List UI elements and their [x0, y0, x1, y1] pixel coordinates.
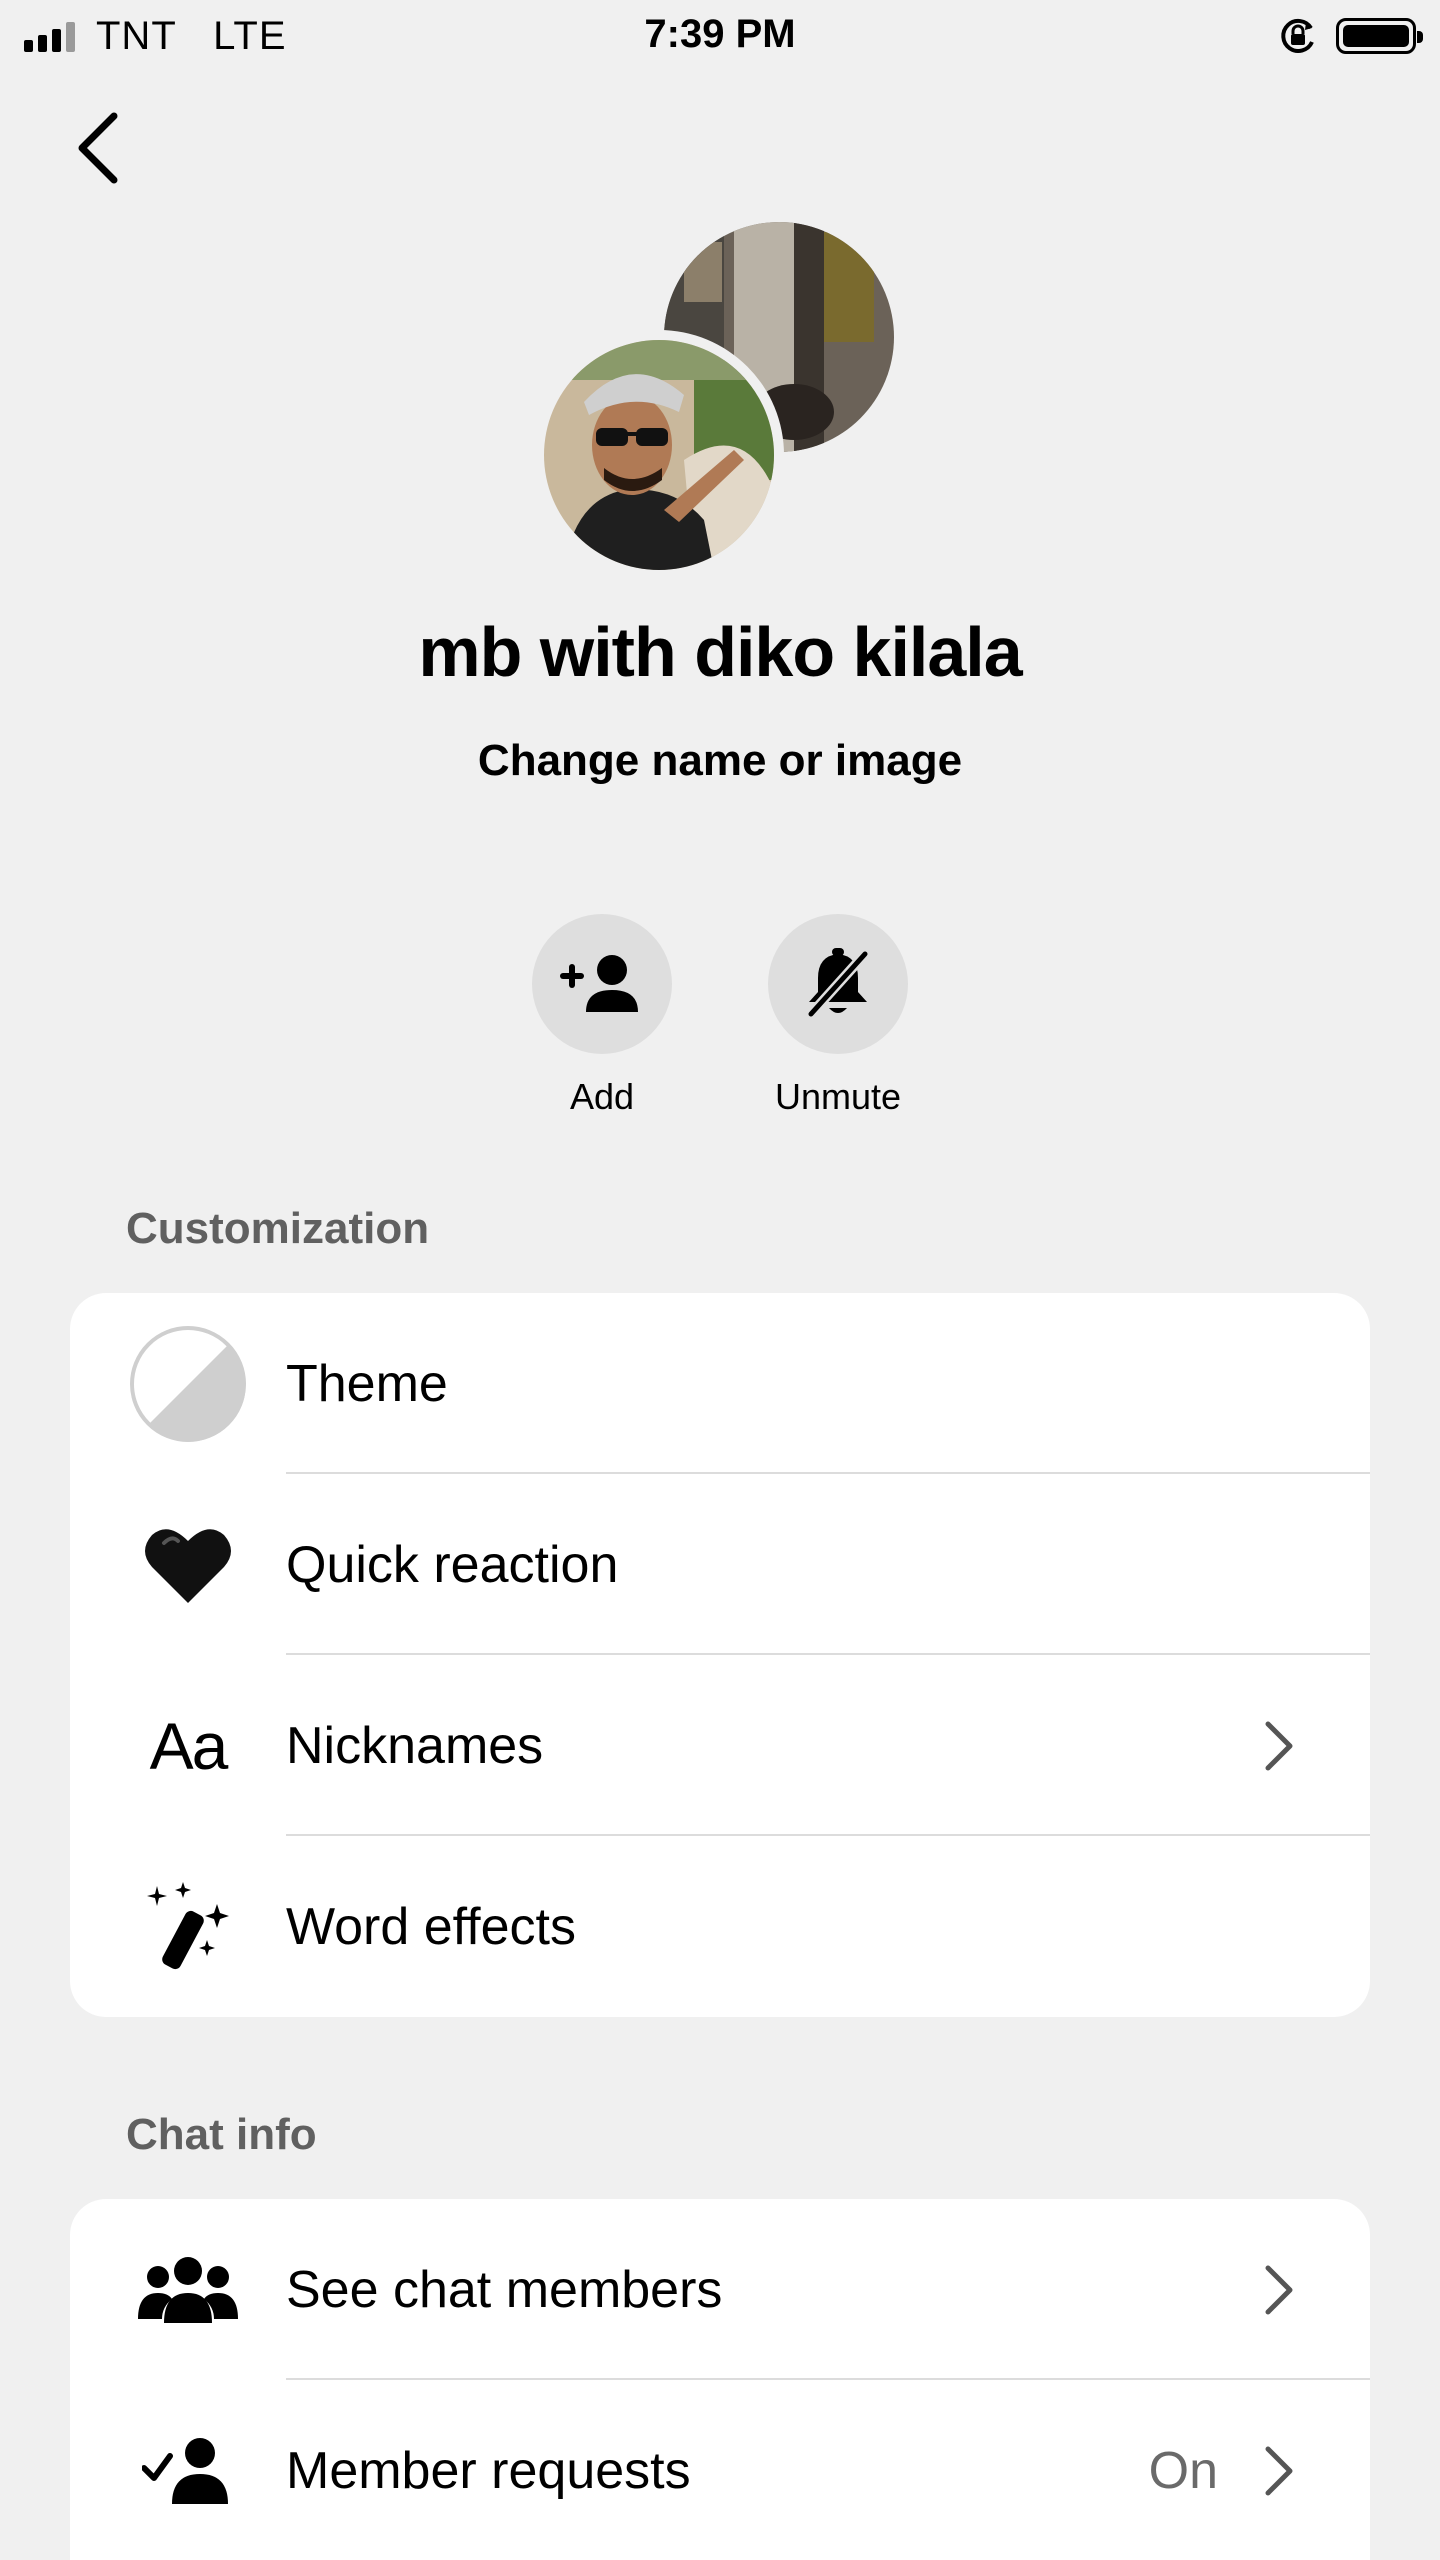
text-aa-glyph: Aa	[149, 1708, 229, 1783]
theme-row[interactable]: Theme	[70, 1293, 1370, 1474]
group-name: mb with diko kilala	[418, 613, 1022, 691]
see-chat-members-label: See chat members	[286, 2260, 723, 2319]
add-button-circle[interactable]	[532, 914, 672, 1054]
nicknames-row[interactable]: Aa Nicknames	[70, 1655, 1370, 1836]
add-button[interactable]: Add	[512, 914, 692, 1118]
quick-reaction-label: Quick reaction	[286, 1535, 619, 1594]
theme-label: Theme	[286, 1354, 448, 1413]
avatar-primary	[544, 340, 774, 570]
quick-reaction-row[interactable]: Quick reaction	[70, 1474, 1370, 1655]
word-effects-label: Word effects	[286, 1897, 576, 1956]
member-requests-label: Member requests	[286, 2441, 691, 2500]
battery-icon	[1336, 18, 1423, 54]
add-person-icon	[560, 955, 638, 1012]
unmute-button[interactable]: Unmute	[748, 914, 928, 1118]
chat-info-section-title: Chat info	[126, 2110, 317, 2159]
orientation-lock-icon	[1281, 18, 1314, 53]
unmute-button-circle[interactable]	[768, 914, 908, 1054]
chevron-right-icon	[1265, 1721, 1293, 1770]
status-time: 7:39 PM	[644, 12, 796, 56]
member-approval-icon	[128, 2411, 248, 2531]
status-bar: TNT LTE 7:39 PM	[0, 0, 1440, 72]
see-chat-members-row[interactable]: See chat members	[70, 2199, 1370, 2380]
text-aa-icon: Aa	[128, 1686, 248, 1806]
theme-icon	[128, 1324, 248, 1444]
member-requests-value: On	[1148, 2441, 1218, 2500]
chevron-right-icon	[1265, 2446, 1293, 2495]
chevron-right-icon	[1265, 2265, 1293, 2314]
unmute-label: Unmute	[774, 1076, 902, 1117]
bell-muted-icon	[807, 948, 869, 1018]
magic-wand-icon	[128, 1867, 248, 1987]
change-name-or-image-link[interactable]: Change name or image	[0, 736, 1440, 786]
customization-section-title: Customization	[126, 1204, 430, 1253]
group-icon	[128, 2230, 248, 2350]
add-label: Add	[569, 1076, 635, 1117]
chat-info-card: See chat members Member requests On	[70, 2199, 1370, 2560]
nicknames-label: Nicknames	[286, 1716, 544, 1775]
member-requests-row[interactable]: Member requests On	[70, 2380, 1370, 2560]
word-effects-row[interactable]: Word effects	[70, 1836, 1370, 2017]
back-button[interactable]	[70, 110, 130, 186]
black-heart-icon	[128, 1505, 248, 1625]
customization-card: Theme Quick reaction Aa Nicknames Word e…	[70, 1293, 1370, 2017]
